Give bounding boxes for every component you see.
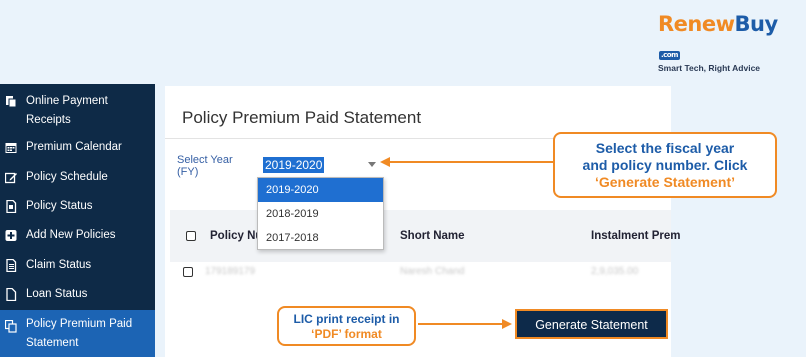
- pdf-receipt-callout: LIC print receipt in ‘PDF’ format: [277, 306, 416, 346]
- callout-text: ‘PDF’ format: [311, 327, 382, 341]
- instalment-premium-cell: 2,9,035.00: [591, 266, 639, 277]
- sidebar-item-label: Online Payment Receipts: [26, 95, 108, 126]
- plus-icon: [5, 228, 17, 242]
- sidebar-item-claim-status[interactable]: Claim Status: [0, 256, 155, 275]
- sidebar-item-label: Policy Status: [26, 200, 93, 212]
- dropdown-option[interactable]: 2017-2018: [258, 226, 383, 250]
- callout-text: ‘Generate Statement’: [594, 174, 736, 190]
- sidebar-item-label: Add New Policies: [26, 229, 116, 241]
- dropdown-option[interactable]: 2019-2020: [258, 178, 383, 202]
- arrow-right-icon: [418, 319, 512, 329]
- column-header-short-name[interactable]: Short Name: [400, 230, 465, 242]
- fy-select[interactable]: 2019-2020: [263, 157, 325, 173]
- sidebar-item-policy-status[interactable]: Policy Status: [0, 197, 155, 216]
- page-title: Policy Premium Paid Statement: [182, 108, 422, 127]
- sidebar-item-policy-premium-paid-statement[interactable]: Policy Premium Paid Statement: [0, 310, 155, 357]
- fy-dropdown-menu: 2019-2020 2018-2019 2017-2018: [257, 177, 384, 250]
- file-icon: [5, 287, 17, 301]
- policy-number-cell: 179189179: [205, 266, 256, 277]
- generate-statement-button[interactable]: Generate Statement: [515, 309, 668, 339]
- sidebar: Online Payment Receipts Premium Calendar…: [0, 84, 155, 357]
- calendar-icon: [5, 140, 17, 154]
- fiscal-year-callout: Select the fiscal year and policy number…: [553, 132, 777, 198]
- sidebar-item-online-payment-receipts[interactable]: Online Payment Receipts: [0, 92, 155, 130]
- callout-text: LIC print receipt in: [293, 312, 400, 326]
- chevron-down-icon[interactable]: [368, 162, 376, 167]
- renewbuy-logo: RenewBuy.com Smart Tech, Right Advice: [658, 12, 798, 73]
- column-header-instalment-premium[interactable]: Instalment Prem: [591, 230, 680, 242]
- callout-text: Select the fiscal year: [595, 140, 735, 156]
- logo-tagline: Smart Tech, Right Advice: [658, 63, 761, 73]
- sidebar-item-policy-schedule[interactable]: Policy Schedule: [0, 168, 155, 187]
- dropdown-option[interactable]: 2018-2019: [258, 202, 383, 226]
- edit-icon: [5, 170, 17, 184]
- copy-icon: [5, 319, 17, 333]
- sidebar-item-label: Claim Status: [26, 259, 92, 271]
- sidebar-item-label: Policy Schedule: [26, 171, 108, 183]
- sidebar-item-add-new-policies[interactable]: Add New Policies: [0, 226, 155, 245]
- logo-wordmark: RenewBuy.com: [658, 12, 778, 60]
- short-name-cell: Naresh Chand: [400, 266, 465, 277]
- sidebar-item-loan-status[interactable]: Loan Status: [0, 285, 155, 304]
- row-checkbox[interactable]: [183, 267, 193, 277]
- select-all-checkbox[interactable]: [186, 231, 196, 241]
- sidebar-item-label: Policy Premium Paid Statement: [26, 318, 133, 349]
- column-header-policy-number[interactable]: Policy Nu: [210, 230, 262, 242]
- callout-text: and policy number. Click: [582, 157, 748, 173]
- receipt-icon: [5, 94, 17, 108]
- list-icon: [5, 258, 17, 272]
- sidebar-item-label: Loan Status: [26, 288, 88, 300]
- sidebar-item-premium-calendar[interactable]: Premium Calendar: [0, 138, 155, 157]
- fy-label: Select Year (FY): [177, 154, 233, 178]
- document-icon: [5, 199, 17, 213]
- sidebar-item-label: Premium Calendar: [26, 141, 122, 153]
- arrow-left-icon: [380, 157, 553, 167]
